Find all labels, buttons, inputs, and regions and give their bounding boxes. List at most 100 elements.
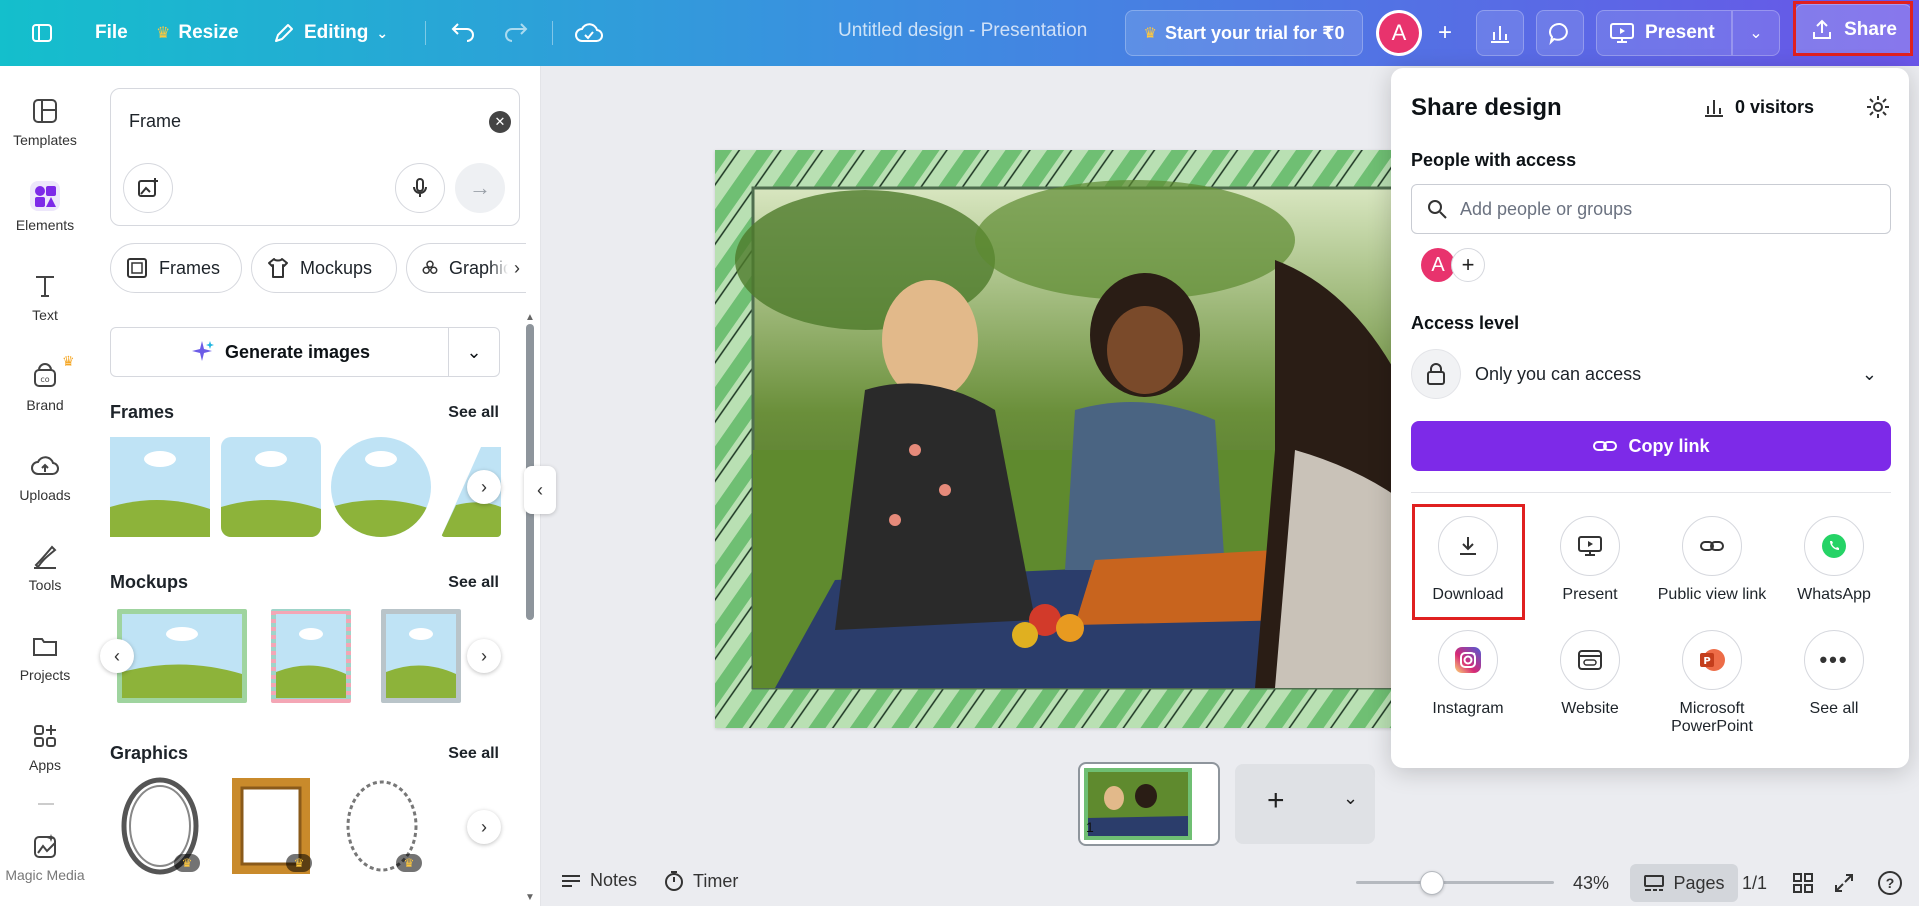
file-menu-button[interactable]: File (95, 11, 128, 55)
share-option-see-all[interactable]: ••• See all (1773, 630, 1895, 718)
divider (552, 21, 553, 45)
frames-next-button[interactable]: › (467, 470, 501, 504)
comments-button[interactable] (1536, 10, 1584, 56)
grid-view-button[interactable] (1792, 872, 1814, 899)
rail-item-templates[interactable]: Templates (0, 96, 90, 148)
help-button[interactable]: ? (1878, 871, 1902, 895)
share-button[interactable]: Share (1795, 4, 1912, 56)
graphic-thumbnail[interactable]: ♛ (230, 776, 312, 876)
rail-item-text[interactable]: Text (0, 271, 90, 323)
chip-scroll-right-button[interactable]: › (490, 254, 520, 282)
graphic-thumbnail[interactable]: ♛ (342, 776, 422, 876)
zoom-level[interactable]: 43% (1573, 873, 1609, 894)
fullscreen-button[interactable] (1833, 872, 1855, 899)
share-option-whatsapp[interactable]: WhatsApp (1773, 516, 1895, 604)
graphics-next-button[interactable]: › (467, 810, 501, 844)
see-all-graphics-link[interactable]: See all (448, 745, 499, 763)
share-option-website[interactable]: Website (1529, 630, 1651, 718)
resize-button[interactable]: ♛ Resize (156, 11, 239, 55)
generate-images-button[interactable]: Generate images (111, 328, 449, 376)
rail-item-brand[interactable]: ♛ co Brand (0, 353, 90, 413)
chip-frames[interactable]: Frames (110, 243, 242, 293)
add-collaborator-button[interactable]: + (1422, 10, 1468, 56)
whatsapp-circle (1804, 516, 1864, 576)
add-page-button[interactable]: + (1267, 784, 1285, 818)
avatar[interactable]: A (1376, 10, 1422, 56)
chevron-down-icon: ⌄ (1343, 788, 1359, 808)
cloud-save-button[interactable] (575, 11, 603, 55)
share-option-present[interactable]: Present (1529, 516, 1651, 604)
rail-label: Elements (15, 217, 75, 233)
zoom-slider-handle[interactable] (1420, 871, 1444, 895)
design-title[interactable]: Untitled design - Presentation (838, 20, 1087, 42)
see-all-mockups-link[interactable]: See all (448, 574, 499, 592)
zoom-slider-track[interactable] (1356, 881, 1554, 884)
whatsapp-icon (1822, 534, 1846, 558)
chip-mockups[interactable]: Mockups (251, 243, 397, 293)
rail-item-projects[interactable]: Projects (0, 631, 90, 683)
analytics-button[interactable] (1476, 10, 1524, 56)
mockups-prev-button[interactable]: ‹ (100, 639, 134, 673)
option-label: WhatsApp (1797, 586, 1871, 603)
add-collaborator-button[interactable]: + (1451, 248, 1485, 282)
notes-button[interactable]: Notes (560, 870, 637, 891)
timer-button[interactable]: Timer (663, 870, 738, 892)
image-add-icon (138, 178, 158, 197)
share-option-instagram[interactable]: Instagram (1407, 630, 1529, 718)
share-option-download[interactable]: Download (1407, 516, 1529, 604)
rail-item-uploads[interactable]: Uploads (0, 451, 90, 503)
mockups-next-button[interactable]: › (467, 639, 501, 673)
page-counter: 1/1 (1742, 873, 1768, 893)
submit-search-button[interactable]: → (455, 163, 505, 213)
add-people-input[interactable]: Add people or groups (1411, 184, 1891, 234)
editing-mode-button[interactable]: Editing ⌄ (272, 11, 388, 55)
present-options-button[interactable]: ⌄ (1732, 10, 1780, 56)
frame-thumbnail[interactable] (331, 437, 431, 537)
collaborator-avatar[interactable]: A (1421, 248, 1455, 282)
redo-icon (505, 23, 528, 42)
page-thumbnail[interactable]: 1 (1078, 762, 1220, 846)
present-button[interactable]: Present (1596, 10, 1732, 56)
rail-item-apps[interactable]: Apps (0, 721, 90, 773)
trial-label: Start your trial for ₹0 (1164, 22, 1345, 43)
close-icon: ✕ (494, 114, 506, 129)
share-settings-button[interactable] (1865, 94, 1891, 125)
slide-canvas[interactable] (715, 150, 1415, 728)
expand-icon (1835, 874, 1853, 892)
see-all-frames-link[interactable]: See all (448, 404, 499, 422)
mockup-thumbnail[interactable] (117, 609, 247, 703)
image-search-button[interactable] (123, 163, 173, 213)
collapse-panel-button[interactable]: ‹ (524, 466, 556, 514)
redo-button[interactable] (503, 11, 529, 55)
generate-images-group: Generate images ⌄ (110, 327, 500, 377)
scroll-up-arrow[interactable]: ▲ (525, 312, 535, 323)
generate-options-button[interactable]: ⌄ (449, 328, 499, 376)
rail-item-tools[interactable]: Tools (0, 541, 90, 593)
menu-toggle-button[interactable] (30, 11, 54, 55)
page-options-button[interactable]: ⌄ (1343, 788, 1358, 809)
notes-label: Notes (590, 870, 638, 890)
search-input[interactable]: Frame (129, 111, 181, 132)
mockup-thumbnail[interactable] (381, 609, 461, 703)
copy-link-button[interactable]: Copy link (1411, 421, 1891, 471)
frame-thumbnail[interactable] (221, 437, 321, 537)
voice-search-button[interactable] (395, 163, 445, 213)
present-icon (1610, 23, 1634, 43)
rail-item-elements[interactable]: Elements (0, 181, 90, 233)
access-level-dropdown[interactable]: Only you can access ⌄ (1411, 345, 1891, 403)
rail-label: Projects (19, 667, 71, 683)
pages-view-button[interactable]: Pages (1630, 864, 1738, 902)
clear-search-button[interactable]: ✕ (489, 111, 511, 133)
option-label: Public view link (1657, 586, 1767, 603)
frame-thumbnail[interactable] (110, 437, 210, 537)
website-circle (1560, 630, 1620, 690)
undo-button[interactable] (450, 11, 476, 55)
start-trial-button[interactable]: ♛ Start your trial for ₹0 (1125, 10, 1363, 56)
share-option-powerpoint[interactable]: P Microsoft PowerPoint (1651, 630, 1773, 736)
share-option-public-view-link[interactable]: Public view link (1651, 516, 1773, 604)
visitors-button[interactable]: 0 visitors (1703, 96, 1814, 118)
rail-item-magic-media[interactable]: Magic Media (0, 831, 90, 883)
graphic-thumbnail[interactable]: ♛ (120, 776, 200, 876)
mockup-thumbnail[interactable] (271, 609, 351, 703)
scroll-down-arrow[interactable]: ▼ (525, 892, 535, 903)
